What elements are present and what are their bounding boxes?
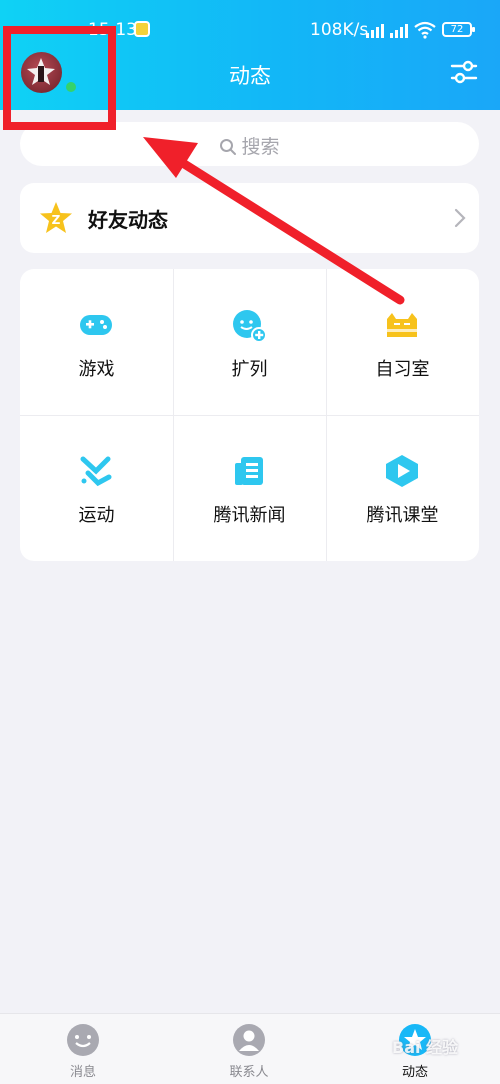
watermark: Bai 经验 — [392, 1038, 459, 1057]
tab-messages[interactable]: 消息 — [0, 1014, 166, 1084]
annotation-highlight-box — [3, 26, 116, 130]
running-icon — [80, 456, 112, 487]
contacts-icon — [233, 1024, 265, 1056]
news-icon — [235, 457, 263, 485]
grid-item-label: 腾讯课堂 — [366, 505, 439, 526]
tab-contacts[interactable]: 联系人 — [166, 1014, 332, 1084]
play-classroom-icon — [386, 455, 418, 487]
grid-item-tencent-classroom[interactable]: 腾讯课堂 — [326, 415, 479, 561]
grid-item-sports[interactable]: 运动 — [20, 415, 173, 561]
grid-item-label: 运动 — [78, 505, 115, 526]
tab-label: 消息 — [69, 1065, 96, 1080]
tab-label: 联系人 — [229, 1065, 269, 1080]
tab-label: 动态 — [401, 1065, 428, 1080]
grid-item-tencent-news[interactable]: 腾讯新闻 — [173, 415, 326, 561]
message-face-icon — [67, 1024, 99, 1056]
grid-item-label: 腾讯新闻 — [213, 505, 286, 526]
